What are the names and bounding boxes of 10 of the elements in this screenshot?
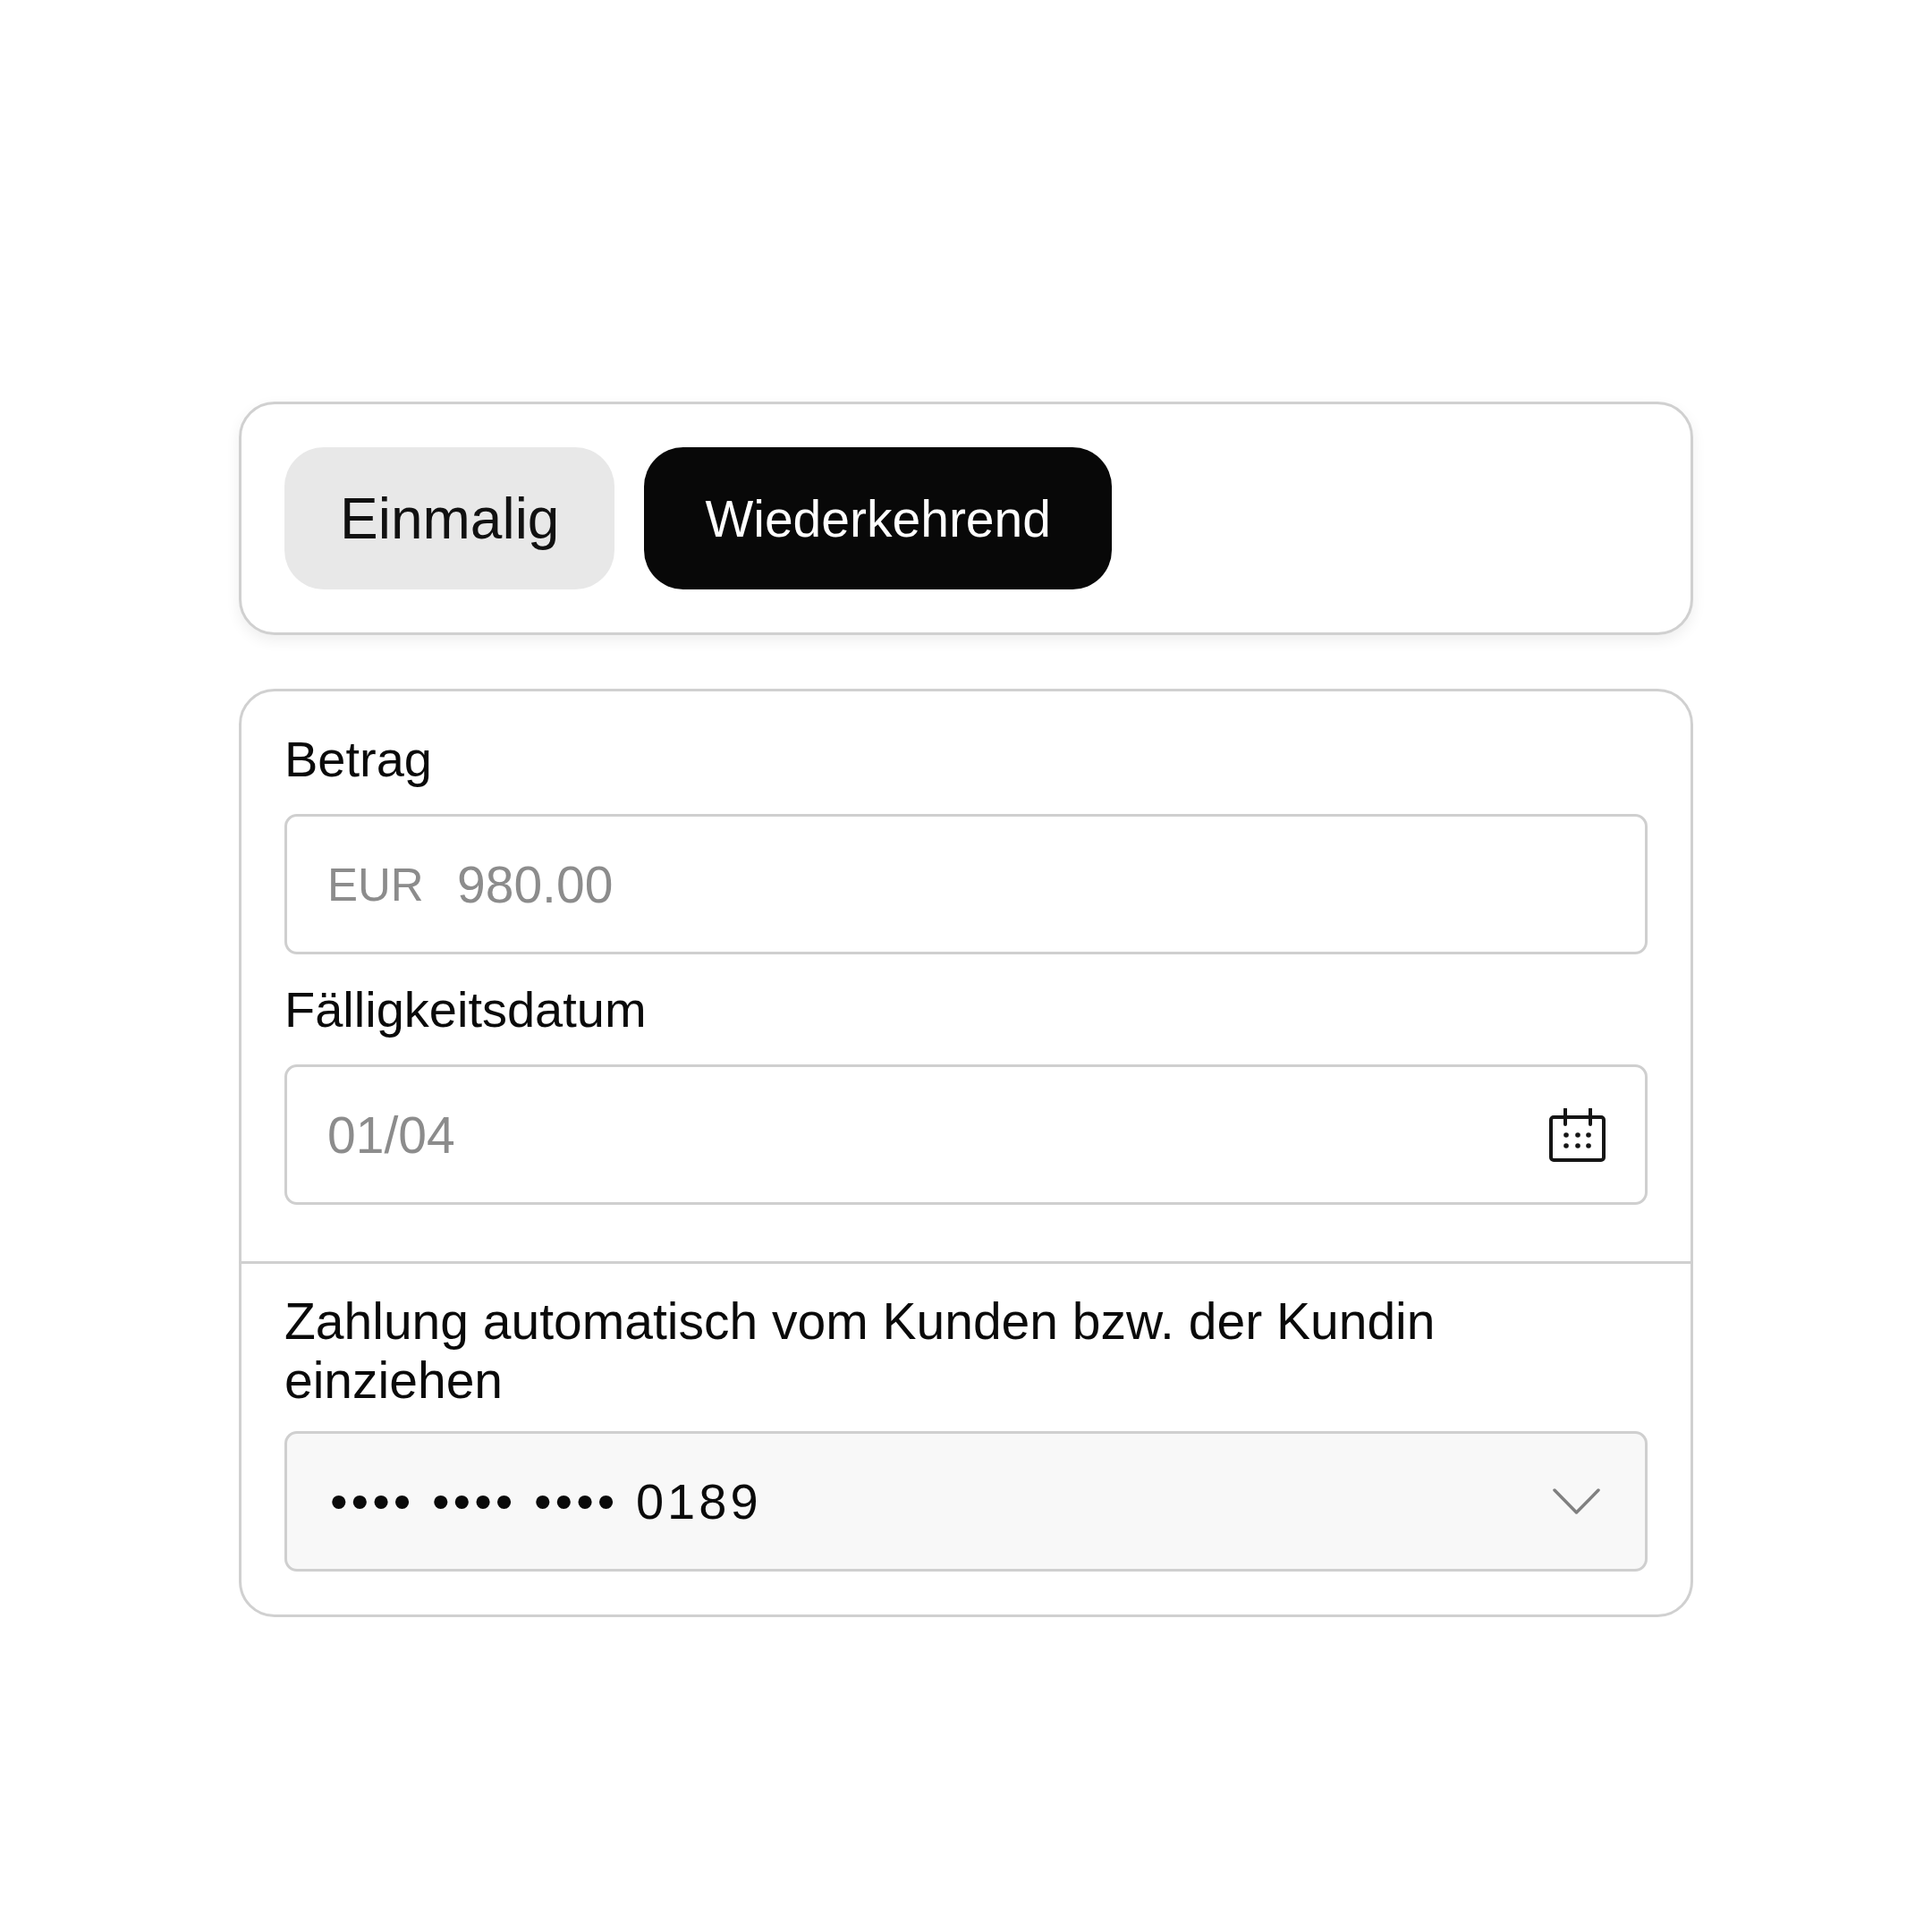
payment-method-dropdown[interactable]: •••• •••• •••• 0189 <box>284 1431 1648 1572</box>
payment-type-tab[interactable]: Wiederkehrend <box>644 447 1112 589</box>
chevron-down-icon <box>1553 1488 1600 1514</box>
direct-debit-label: Zahlung automatisch vom Kunden bzw. der Kundin einziehen <box>284 1292 1436 1410</box>
calendar-icon[interactable] <box>1549 1107 1606 1162</box>
field-label: Betrag <box>284 730 433 789</box>
payment-type-tab[interactable]: Einmalig <box>284 447 615 589</box>
field-label: Fälligkeitsdatum <box>284 980 648 1039</box>
date-field[interactable]: 01/04 <box>284 1064 1648 1205</box>
currency-prefix: EUR <box>327 858 424 911</box>
